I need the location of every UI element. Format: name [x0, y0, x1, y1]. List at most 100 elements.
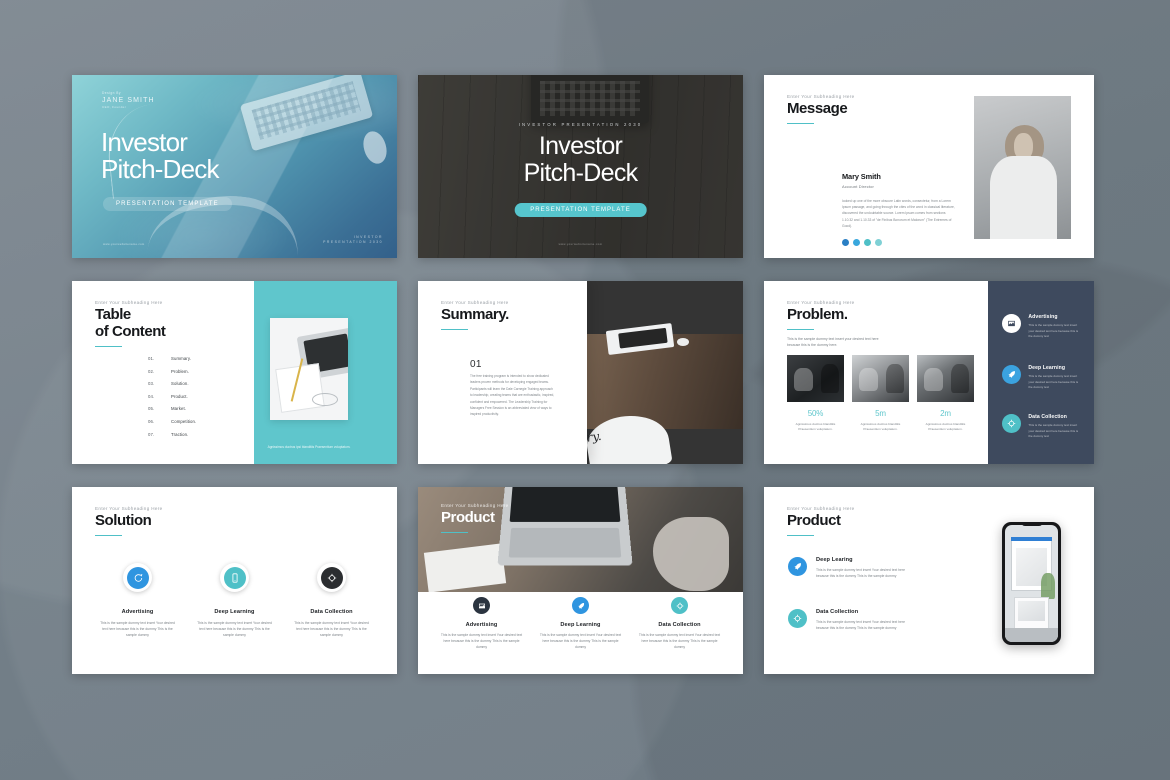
- icon-ring: [317, 563, 346, 592]
- feature-title: Data Collection: [310, 609, 353, 615]
- feature-item[interactable]: Deep Learning This is the sample dummy t…: [186, 563, 283, 638]
- subheading: Enter Your Subheading Here: [95, 300, 163, 305]
- feature-title: Advertising: [121, 609, 154, 615]
- cover-pill-badge: PRESENTATION TEMPLATE: [514, 203, 647, 217]
- list-item[interactable]: 06. Competition.: [148, 419, 196, 424]
- slide-table-of-content[interactable]: Enter Your Subheading Here Table of Cont…: [72, 281, 397, 464]
- toc-label: Traction.: [171, 431, 189, 437]
- slide-solution[interactable]: Enter Your Subheading Here Solution Adve…: [72, 487, 397, 674]
- toc-label: Summary.: [171, 356, 192, 361]
- toc-label: Product.: [171, 393, 188, 399]
- list-item[interactable]: 07. Traction.: [148, 432, 196, 437]
- feature-item[interactable]: Deep Learning This is the sample dummy t…: [531, 597, 630, 650]
- feature-item[interactable]: Deep Learning This is the sample dummy t…: [1002, 365, 1082, 391]
- subheading: Enter Your Subheading Here: [441, 300, 509, 305]
- toc-label: Solution.: [171, 381, 189, 387]
- cover-url: www.yourwebsitename.com: [558, 242, 603, 246]
- slide-header: Enter Your Subheading Here Product: [787, 506, 855, 537]
- problem-intro: This is the sample dummy text insert you…: [787, 337, 879, 348]
- stat-value: 50%: [807, 409, 824, 418]
- title-line1: Table: [95, 306, 131, 323]
- page-title: Solution: [95, 512, 152, 529]
- list-item[interactable]: 01. Summary.: [148, 356, 196, 361]
- linkedin-icon[interactable]: [875, 238, 882, 246]
- facebook-icon[interactable]: [842, 238, 849, 246]
- feature-title: Data Collection: [816, 609, 859, 615]
- problem-stats: 50% Agnissimos ductrus blanditiis Praese…: [787, 409, 974, 433]
- phone-mockup: [1002, 522, 1061, 645]
- toc-caption: Agnissimos ductrus ipsi blanditiis Praes…: [267, 445, 351, 450]
- slide-message[interactable]: Enter Your Subheading Here Message Mary …: [764, 75, 1094, 258]
- glasses-graphic: [312, 393, 338, 406]
- feature-title: Data Collection: [658, 622, 701, 628]
- subheading: Enter Your Subheading Here: [95, 506, 163, 511]
- list-item[interactable]: 05. Market.: [148, 406, 196, 411]
- subheading: Enter Your Subheading Here: [787, 300, 855, 305]
- slide-problem[interactable]: Enter Your Subheading Here Problem. This…: [764, 281, 1094, 464]
- feature-title: Advertising: [465, 622, 498, 628]
- slide-cover-gradient[interactable]: Design By JANE SMITH CEO, Founder Invest…: [72, 75, 397, 258]
- thumbnail-image: [852, 355, 909, 402]
- feature-desc: This is the sample dummy text insert you…: [1028, 423, 1079, 439]
- chat-icon: [126, 566, 149, 589]
- stat-label: Agnissimos ductrus blanditiis Praesentiu…: [860, 422, 901, 432]
- slide-summary[interactable]: Enter Your Subheading Here Summary. 01 T…: [418, 281, 743, 464]
- feature-item[interactable]: Advertising This is the sample dummy tex…: [432, 597, 531, 650]
- subheading: Enter Your Subheading Here: [787, 94, 855, 99]
- feature-text: Advertising This is the sample dummy tex…: [1028, 314, 1082, 340]
- slide-cover-dark[interactable]: INVESTOR PRESENTATION 2030 Investor Pitc…: [418, 75, 743, 258]
- page-title: Product: [787, 512, 841, 529]
- feature-item[interactable]: Data Collection This is the sample dummy…: [630, 597, 729, 650]
- feature-item[interactable]: Data Collection This is the sample dummy…: [283, 563, 380, 638]
- feature-item[interactable]: Deep Learing This is the sample dummy te…: [788, 557, 910, 579]
- feature-desc: This is the sample dummy text insert You…: [440, 633, 523, 650]
- slide-product-phone[interactable]: Enter Your Subheading Here Product Deep …: [764, 487, 1094, 674]
- toc-number: 01.: [148, 356, 155, 361]
- summary-paragraph: The free training program is intended to…: [470, 374, 555, 417]
- feature-text: Data Collection This is the sample dummy…: [816, 609, 910, 631]
- target-icon: [1002, 414, 1022, 433]
- page-title: Problem.: [787, 306, 848, 323]
- cover-pill-badge: PRESENTATION TEMPLATE: [103, 197, 232, 211]
- person-role: Account Director: [842, 183, 874, 189]
- desk-base-graphic: [1005, 628, 1058, 642]
- rocket-icon: [788, 557, 807, 576]
- summary-photo-panel: [580, 281, 743, 464]
- stat-item: 50% Agnissimos ductrus blanditiis Praese…: [787, 409, 844, 433]
- social-links[interactable]: [842, 238, 955, 246]
- slide-header: Enter Your Subheading Here Product: [441, 503, 509, 534]
- feature-item[interactable]: Data Collection This is the sample dummy…: [1002, 414, 1082, 440]
- feature-item[interactable]: Advertising This is the sample dummy tex…: [89, 563, 186, 638]
- twitter-icon[interactable]: [853, 238, 860, 246]
- list-item[interactable]: 03. Solution.: [148, 381, 196, 386]
- list-item[interactable]: 02. Problem.: [148, 369, 196, 374]
- portrait-photo: [974, 96, 1071, 239]
- title-underline: [787, 122, 814, 125]
- toc-number: 07.: [148, 431, 155, 437]
- feature-item[interactable]: Data Collection This is the sample dummy…: [788, 609, 910, 631]
- page-title: Message: [787, 100, 848, 117]
- feature-desc: This is the sample dummy text insert you…: [1028, 323, 1079, 339]
- product-columns: Advertising This is the sample dummy tex…: [432, 597, 729, 650]
- laptop-graphic: [497, 487, 633, 566]
- browser-bar-graphic: [1011, 537, 1052, 541]
- page-title: Product: [441, 509, 495, 526]
- feature-item[interactable]: Advertising This is the sample dummy tex…: [1002, 314, 1082, 340]
- tablet-graphic: [1014, 597, 1049, 630]
- list-item[interactable]: 04. Product.: [148, 394, 196, 399]
- feature-desc: This is the sample dummy text insert You…: [197, 621, 272, 638]
- cover-url: www.yourwebsitename.com: [103, 242, 145, 246]
- problem-thumbnails: [787, 355, 974, 402]
- corner-line2: PRESENTATION 2030: [323, 239, 383, 244]
- toc-number: 04.: [148, 393, 155, 399]
- hand-graphic: [653, 517, 729, 591]
- person-block: Mary Smith Account Director looked up on…: [842, 172, 955, 246]
- feature-title: Deep Learing: [816, 557, 853, 563]
- feature-title: Data Collection: [1028, 414, 1067, 420]
- toc-number: 03.: [148, 381, 155, 387]
- stat-value: 5m: [875, 409, 886, 418]
- instagram-icon[interactable]: [864, 238, 871, 246]
- title-line2: of Content: [95, 322, 166, 340]
- solution-columns: Advertising This is the sample dummy tex…: [89, 563, 380, 638]
- slide-product-hero[interactable]: Enter Your Subheading Here Product Adver…: [418, 487, 743, 674]
